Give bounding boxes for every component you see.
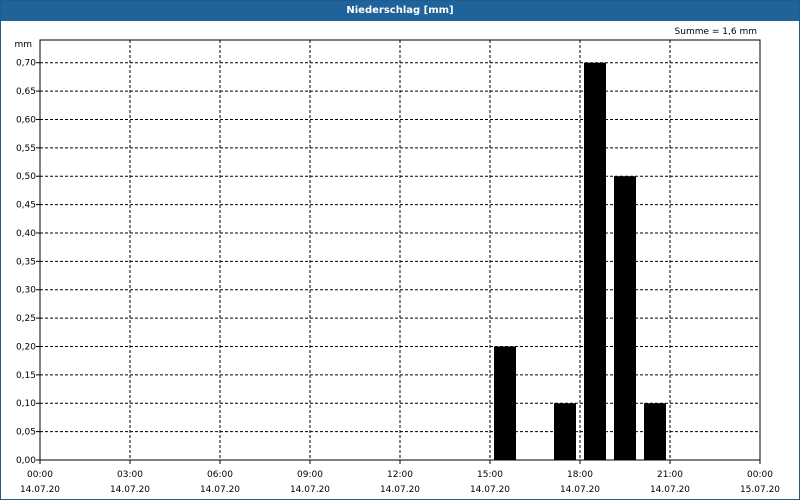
x-tick-date-label: 14.07.20 (110, 485, 150, 495)
precipitation-bar (494, 346, 516, 460)
x-tick-date-label: 14.07.20 (650, 485, 690, 495)
x-tick-time-label: 03:00 (117, 470, 143, 480)
x-tick-date-label: 15.07.20 (740, 485, 780, 495)
x-tick-date-label: 14.07.20 (290, 485, 330, 495)
sum-annotation: Summe = 1,6 mm (675, 27, 757, 37)
x-tick-time-label: 00:00 (747, 470, 773, 480)
y-tick-label: 0,45 (16, 201, 36, 211)
y-tick-label: 0,70 (16, 59, 36, 69)
y-tick-label: 0,60 (16, 115, 36, 125)
x-tick-date-label: 14.07.20 (380, 485, 420, 495)
x-tick-date-label: 14.07.20 (560, 485, 600, 495)
x-tick-time-label: 06:00 (207, 470, 233, 480)
precipitation-chart: 0,00 0,05 0,10 0,15 0,20 0,25 0,30 0,35 0,40 0,45… (14, 27, 780, 495)
precipitation-bar (584, 62, 606, 461)
y-tick-label: 0,10 (16, 399, 36, 409)
precipitation-bar (554, 403, 576, 460)
y-tick-label: 0,00 (16, 456, 36, 466)
y-axis-unit-label: mm (14, 40, 32, 50)
y-tick-label: 0,50 (16, 172, 36, 182)
x-tick-date-label: 14.07.20 (20, 485, 60, 495)
precipitation-bar (644, 403, 666, 460)
y-tick-label: 0,15 (16, 371, 36, 381)
y-tick-label: 0,05 (16, 428, 36, 438)
y-tick-label: 0,20 (16, 342, 36, 352)
x-tick-time-label: 18:00 (567, 470, 593, 480)
y-tick-label: 0,30 (16, 286, 36, 296)
y-tick-label: 0,40 (16, 229, 36, 239)
precipitation-bar (614, 176, 636, 460)
x-tick-time-label: 12:00 (387, 470, 413, 480)
x-tick-time-label: 15:00 (477, 470, 503, 480)
x-tick-time-label: 09:00 (297, 470, 323, 480)
y-tick-label: 0,35 (16, 257, 36, 267)
x-tick-time-label: 21:00 (657, 470, 683, 480)
x-tick-date-label: 14.07.20 (200, 485, 240, 495)
y-tick-label: 0,25 (16, 314, 36, 324)
x-tick-date-label: 14.07.20 (470, 485, 510, 495)
x-tick-time-label: 00:00 (27, 470, 53, 480)
y-tick-label: 0,55 (16, 144, 36, 154)
y-tick-label: 0,65 (16, 87, 36, 97)
